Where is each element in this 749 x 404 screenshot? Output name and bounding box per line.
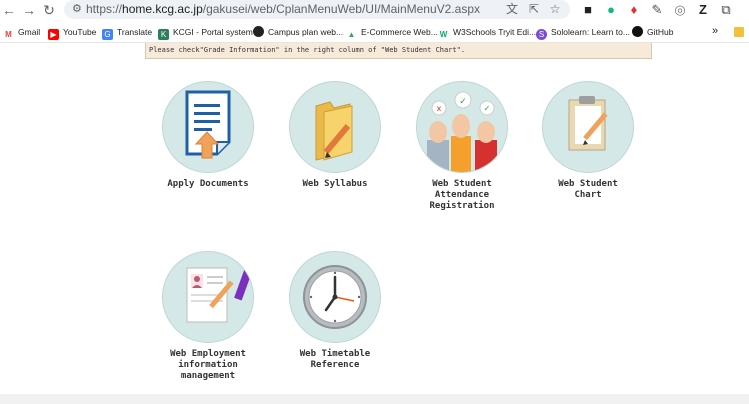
forward-arrow-icon[interactable]: →: [20, 1, 38, 19]
tile-label[interactable]: Web Syllabus: [275, 179, 395, 190]
campus-icon: [253, 26, 264, 37]
bookmark-sololearn[interactable]: S Sololearn: Learn to...: [536, 25, 630, 40]
pin-extension-icon[interactable]: ♦: [626, 2, 642, 18]
bookmark-github[interactable]: GitHub: [632, 25, 673, 39]
tile-web-syllabus[interactable]: Web Syllabus: [275, 81, 395, 190]
puzzle-extensions-icon[interactable]: ⧉: [718, 2, 734, 18]
bookmarks-bar: M Gmail ▶ YouTube G Translate K KCGI - Porta…: [0, 22, 749, 43]
tile-label[interactable]: Web Student Chart: [528, 179, 648, 201]
bookmark-youtube[interactable]: ▶ YouTube: [48, 25, 96, 40]
url-text[interactable]: https://home.kcg.ac.jp/gakusei/web/Cplan…: [86, 2, 480, 16]
bookmarks-folder-icon[interactable]: [734, 27, 744, 37]
bookmark-star-icon[interactable]: ☆: [548, 2, 562, 16]
bookmark-translate[interactable]: G Translate: [102, 25, 152, 40]
tile-web-timetable[interactable]: Web Timetable Reference: [275, 251, 395, 371]
apply-documents-icon[interactable]: [162, 81, 254, 173]
tile-web-student-chart[interactable]: Web Student Chart: [528, 81, 648, 201]
tile-web-employment[interactable]: Web Employment information management: [148, 251, 268, 382]
page-content: Please check"Grade Information" in the r…: [0, 43, 749, 394]
svg-text:✓: ✓: [459, 97, 467, 107]
clock-icon[interactable]: [289, 251, 381, 343]
back-arrow-icon[interactable]: ←: [0, 1, 18, 19]
z-extension-icon[interactable]: Z: [695, 2, 711, 18]
tile-label[interactable]: Web Employment information management: [148, 349, 268, 382]
translate-icon: G: [102, 29, 113, 40]
translate-page-icon[interactable]: 文: [505, 2, 519, 16]
github-icon: [632, 26, 643, 37]
site-info-icon[interactable]: ⚙: [72, 2, 86, 16]
browser-toolbar: ← → ↻ ⚙ https://home.kcg.ac.jp/gakusei/w…: [0, 0, 749, 20]
ecommerce-icon: ▲: [346, 29, 357, 40]
kcgi-icon: K: [158, 29, 169, 40]
compass-icon[interactable]: ◎: [672, 2, 688, 18]
tile-label[interactable]: Apply Documents: [148, 179, 268, 190]
bookmark-w3schools[interactable]: W W3Schools Tryit Edi...: [438, 25, 536, 40]
youtube-icon: ▶: [48, 29, 59, 40]
clipboard-chart-icon[interactable]: [542, 81, 634, 173]
grammarly-icon[interactable]: ●: [603, 2, 619, 18]
attendance-hands-icon[interactable]: x ✓ ✓: [416, 81, 508, 173]
address-bar[interactable]: ⚙ https://home.kcg.ac.jp/gakusei/web/Cpl…: [64, 0, 570, 19]
bookmarks-overflow-chevron-icon[interactable]: »: [712, 25, 718, 37]
syllabus-folder-icon[interactable]: [289, 81, 381, 173]
eyedropper-icon[interactable]: ✎: [649, 2, 665, 18]
w3schools-icon: W: [438, 29, 449, 40]
tile-web-student-attendance[interactable]: x ✓ ✓ Web Student Attendance Registratio…: [402, 81, 522, 212]
tile-apply-documents[interactable]: Apply Documents: [148, 81, 268, 190]
bookmark-kcgi-portal[interactable]: K KCGI - Portal system: [158, 25, 253, 40]
bookmark-ecommerce[interactable]: ▲ E-Commerce Web...: [346, 25, 438, 40]
reload-icon[interactable]: ↻: [40, 1, 58, 19]
gmail-icon: M: [3, 29, 14, 40]
bookmark-gmail[interactable]: M Gmail: [3, 25, 40, 40]
bookmark-campus-plan[interactable]: Campus plan web...: [253, 25, 343, 39]
svg-text:✓: ✓: [484, 104, 491, 113]
employment-resume-icon[interactable]: [162, 251, 254, 343]
tile-label[interactable]: Web Timetable Reference: [275, 349, 395, 371]
share-icon[interactable]: ⇱: [527, 2, 541, 16]
svg-text:x: x: [437, 104, 442, 113]
sololearn-icon: S: [536, 29, 547, 40]
page-footer-bar: [0, 394, 749, 404]
extension-media-icon[interactable]: ■: [580, 2, 596, 18]
tile-label[interactable]: Web Student Attendance Registration: [402, 179, 522, 212]
grade-notice: Please check"Grade Information" in the r…: [145, 43, 652, 59]
